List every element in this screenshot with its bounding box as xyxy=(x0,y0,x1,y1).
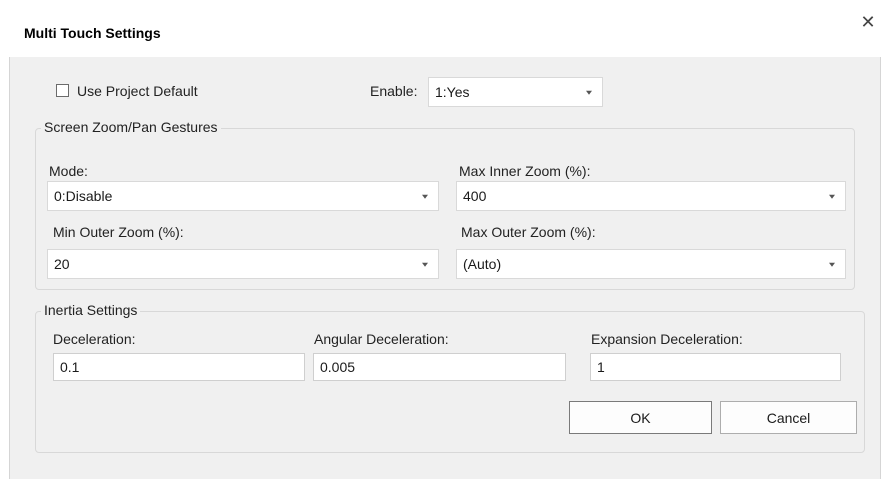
expansion-deceleration-label: Expansion Deceleration: xyxy=(591,331,743,347)
expansion-deceleration-value: 1 xyxy=(597,359,605,375)
enable-select[interactable]: 1:Yes xyxy=(428,77,603,107)
enable-label: Enable: xyxy=(370,83,418,99)
max-outer-zoom-value: (Auto) xyxy=(463,256,502,272)
title-bar: Multi Touch Settings ✕ xyxy=(0,0,888,44)
min-outer-zoom-value: 20 xyxy=(54,256,70,272)
deceleration-label: Deceleration: xyxy=(53,331,136,347)
use-project-default-label[interactable]: Use Project Default xyxy=(77,83,198,99)
ok-button[interactable]: OK xyxy=(569,401,712,434)
zoom-pan-group-legend: Screen Zoom/Pan Gestures xyxy=(41,119,221,135)
deceleration-field[interactable]: 0.1 xyxy=(53,353,305,381)
use-project-default-checkbox[interactable] xyxy=(56,84,69,97)
angular-deceleration-label: Angular Deceleration: xyxy=(314,331,449,347)
max-inner-zoom-value: 400 xyxy=(463,188,487,204)
dialog-client-area: Use Project Default Enable: 1:Yes Screen… xyxy=(9,57,881,479)
chevron-down-icon xyxy=(829,194,835,199)
inertia-group-legend: Inertia Settings xyxy=(41,302,141,318)
max-inner-zoom-label: Max Inner Zoom (%): xyxy=(459,163,591,179)
mode-label: Mode: xyxy=(49,163,88,179)
max-inner-zoom-select[interactable]: 400 xyxy=(456,181,846,211)
close-icon[interactable]: ✕ xyxy=(856,10,880,34)
min-outer-zoom-label: Min Outer Zoom (%): xyxy=(53,224,184,240)
enable-select-value: 1:Yes xyxy=(435,84,470,100)
max-outer-zoom-label: Max Outer Zoom (%): xyxy=(461,224,596,240)
angular-deceleration-field[interactable]: 0.005 xyxy=(313,353,566,381)
chevron-down-icon xyxy=(586,90,592,95)
min-outer-zoom-select[interactable]: 20 xyxy=(47,249,439,279)
chevron-down-icon xyxy=(422,262,428,267)
chevron-down-icon xyxy=(829,262,835,267)
angular-deceleration-value: 0.005 xyxy=(320,359,356,375)
chevron-down-icon xyxy=(422,194,428,199)
cancel-button[interactable]: Cancel xyxy=(720,401,857,434)
deceleration-value: 0.1 xyxy=(60,359,80,375)
max-outer-zoom-select[interactable]: (Auto) xyxy=(456,249,846,279)
dialog-title: Multi Touch Settings xyxy=(24,25,161,41)
mode-select[interactable]: 0:Disable xyxy=(47,181,439,211)
expansion-deceleration-field[interactable]: 1 xyxy=(590,353,841,381)
mode-select-value: 0:Disable xyxy=(54,188,113,204)
